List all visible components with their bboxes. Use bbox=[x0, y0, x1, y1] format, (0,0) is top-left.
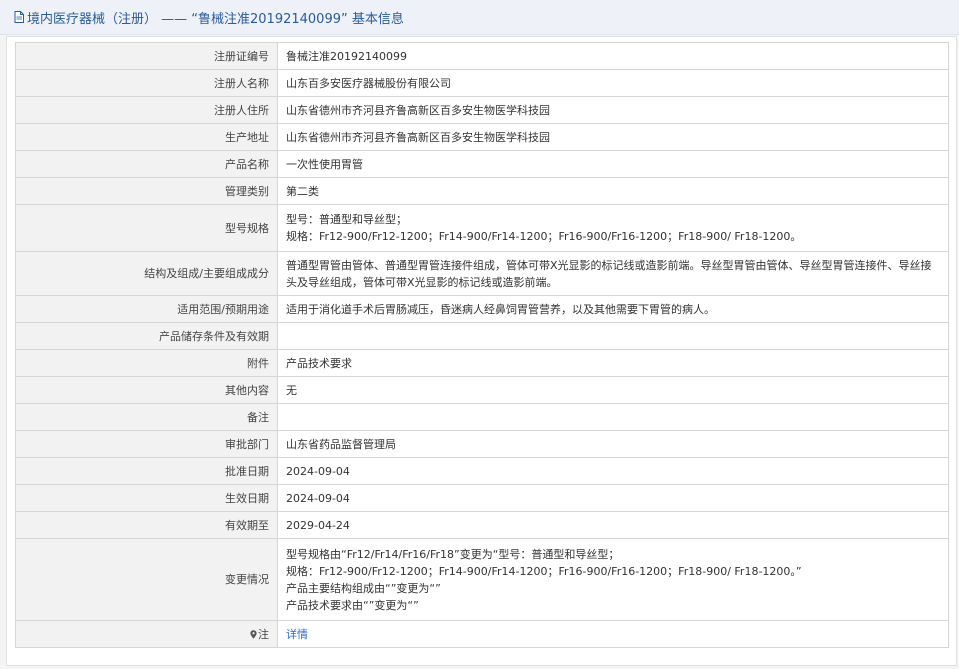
row-value bbox=[277, 322, 949, 350]
row-value: 普通型胃管由管体、普通型胃管连接件组成，管体可带X光显影的标记线或造影前端。导丝… bbox=[277, 251, 949, 296]
table-row-storage: 产品储存条件及有效期 bbox=[15, 322, 949, 350]
row-label: 产品储存条件及有效期 bbox=[15, 322, 278, 350]
row-value: 2024-09-04 bbox=[277, 484, 949, 512]
row-label: 生产地址 bbox=[15, 123, 278, 151]
row-label: 管理类别 bbox=[15, 177, 278, 205]
row-value: 型号：普通型和导丝型； 规格：Fr12-900/Fr12-1200；Fr14-9… bbox=[277, 204, 949, 252]
page-title-bar: 境内医疗器械（注册） —— “鲁械注准20192140099” 基本信息 bbox=[0, 0, 959, 35]
row-value: 产品技术要求 bbox=[277, 349, 949, 377]
row-label: 适用范围/预期用途 bbox=[15, 295, 278, 323]
table-row-management-class: 管理类别 第二类 bbox=[15, 177, 949, 205]
table-row-effective-date: 生效日期 2024-09-04 bbox=[15, 484, 949, 512]
row-value: 第二类 bbox=[277, 177, 949, 205]
row-label: 产品名称 bbox=[15, 150, 278, 178]
row-label: 注 bbox=[15, 620, 278, 648]
document-icon bbox=[14, 11, 24, 23]
table-row-production-address: 生产地址 山东省德州市齐河县齐鲁高新区百多安生物医学科技园 bbox=[15, 123, 949, 151]
row-label: 注册证编号 bbox=[15, 42, 278, 70]
map-pin-icon bbox=[250, 629, 257, 639]
table-row-intended-use: 适用范围/预期用途 适用于消化道手术后胃肠减压，昏迷病人经鼻饲胃管营养，以及其他… bbox=[15, 295, 949, 323]
table-row-changes: 变更情况 型号规格由“Fr12/Fr14/Fr16/Fr18”变更为“型号：普通… bbox=[15, 538, 949, 621]
row-value: 2029-04-24 bbox=[277, 511, 949, 539]
row-value: 适用于消化道手术后胃肠减压，昏迷病人经鼻饲胃管营养，以及其他需要下胃管的病人。 bbox=[277, 295, 949, 323]
row-label: 备注 bbox=[15, 403, 278, 431]
table-row-registration-no: 注册证编号 鲁械注准20192140099 bbox=[15, 42, 949, 70]
row-value: 型号规格由“Fr12/Fr14/Fr16/Fr18”变更为“型号：普通型和导丝型… bbox=[277, 538, 949, 621]
row-value bbox=[277, 403, 949, 431]
table-row-other: 其他内容 无 bbox=[15, 376, 949, 404]
table-row-attachment: 附件 产品技术要求 bbox=[15, 349, 949, 377]
value-line: 规格：Fr12-900/Fr12-1200；Fr14-900/Fr14-1200… bbox=[286, 564, 802, 578]
value-line: 普通型胃管由管体、普通型胃管连接件组成，管体可带X光显影的标记线或造影前端。导丝… bbox=[286, 258, 932, 272]
table-row-model-spec: 型号规格 型号：普通型和导丝型； 规格：Fr12-900/Fr12-1200；F… bbox=[15, 204, 949, 252]
table-row-approval-date: 批准日期 2024-09-04 bbox=[15, 457, 949, 485]
table-row-approval-dept: 审批部门 山东省药品监督管理局 bbox=[15, 430, 949, 458]
row-label: 结构及组成/主要组成成分 bbox=[15, 251, 278, 296]
value-line: 产品技术要求由“”变更为“” bbox=[286, 598, 419, 612]
row-label: 审批部门 bbox=[15, 430, 278, 458]
row-label: 变更情况 bbox=[15, 538, 278, 621]
table-row-registrant-address: 注册人住所 山东省德州市齐河县齐鲁高新区百多安生物医学科技园 bbox=[15, 96, 949, 124]
row-value: 详情 bbox=[277, 620, 949, 648]
row-label: 附件 bbox=[15, 349, 278, 377]
value-line: 头及导丝组成，管体可带X光显影的标记线或造影前端。 bbox=[286, 275, 558, 289]
table-row-remarks: 备注 bbox=[15, 403, 949, 431]
row-label: 其他内容 bbox=[15, 376, 278, 404]
row-label: 批准日期 bbox=[15, 457, 278, 485]
details-link[interactable]: 详情 bbox=[286, 628, 308, 641]
row-value: 山东百多安医疗器械股份有限公司 bbox=[277, 69, 949, 97]
detail-panel: 注册证编号 鲁械注准20192140099 注册人名称 山东百多安医疗器械股份有… bbox=[6, 36, 957, 666]
table-row-note: 注 详情 bbox=[15, 620, 949, 648]
row-label: 生效日期 bbox=[15, 484, 278, 512]
page-title: 境内医疗器械（注册） —— “鲁械注准20192140099” 基本信息 bbox=[27, 11, 404, 27]
row-label: 有效期至 bbox=[15, 511, 278, 539]
note-label: 注 bbox=[258, 627, 269, 641]
value-line: 规格：Fr12-900/Fr12-1200；Fr14-900/Fr14-1200… bbox=[286, 230, 802, 243]
row-value: 无 bbox=[277, 376, 949, 404]
table-row-valid-until: 有效期至 2029-04-24 bbox=[15, 511, 949, 539]
table-row-structure: 结构及组成/主要组成成分 普通型胃管由管体、普通型胃管连接件组成，管体可带X光显… bbox=[15, 251, 949, 296]
row-value: 山东省药品监督管理局 bbox=[277, 430, 949, 458]
row-value: 山东省德州市齐河县齐鲁高新区百多安生物医学科技园 bbox=[277, 123, 949, 151]
table-row-registrant-name: 注册人名称 山东百多安医疗器械股份有限公司 bbox=[15, 69, 949, 97]
row-value: 鲁械注准20192140099 bbox=[277, 42, 949, 70]
value-line: 产品主要结构组成由“”变更为“” bbox=[286, 581, 441, 595]
detail-table: 注册证编号 鲁械注准20192140099 注册人名称 山东百多安医疗器械股份有… bbox=[15, 42, 949, 648]
row-label: 型号规格 bbox=[15, 204, 278, 252]
row-value: 2024-09-04 bbox=[277, 457, 949, 485]
row-label: 注册人名称 bbox=[15, 69, 278, 97]
row-value: 山东省德州市齐河县齐鲁高新区百多安生物医学科技园 bbox=[277, 96, 949, 124]
row-value: 一次性使用胃管 bbox=[277, 150, 949, 178]
value-line: 型号：普通型和导丝型； bbox=[286, 213, 407, 226]
row-label: 注册人住所 bbox=[15, 96, 278, 124]
value-line: 型号规格由“Fr12/Fr14/Fr16/Fr18”变更为“型号：普通型和导丝型… bbox=[286, 547, 620, 561]
table-row-product-name: 产品名称 一次性使用胃管 bbox=[15, 150, 949, 178]
